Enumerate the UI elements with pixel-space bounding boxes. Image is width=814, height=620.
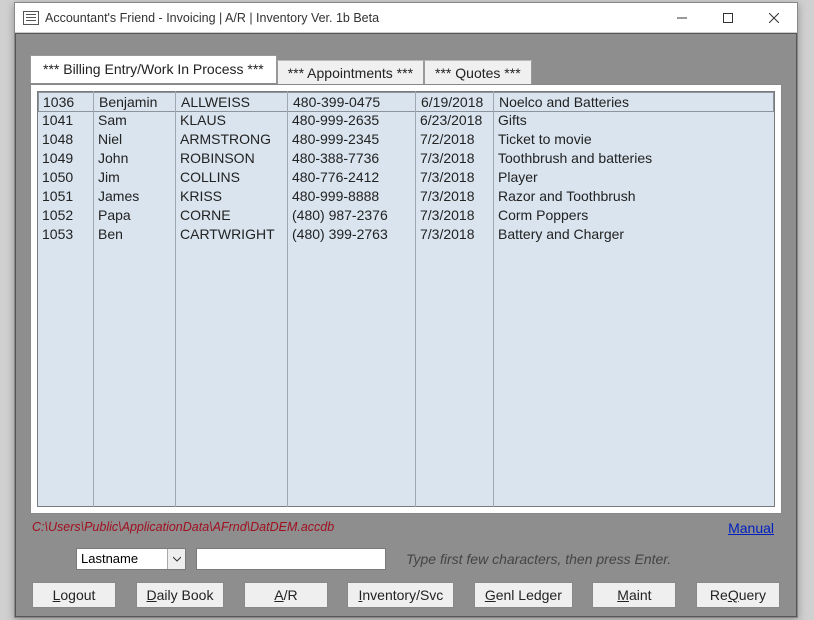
chevron-down-icon[interactable]	[167, 549, 185, 569]
cell-last: ROBINSON	[176, 149, 288, 168]
db-path: C:\Users\Public\ApplicationData\AFrnd\Da…	[32, 520, 334, 534]
inventory-button[interactable]: Inventory/Svc	[347, 582, 454, 608]
cell-phone: (480) 399-2763	[288, 225, 416, 244]
table-row[interactable]: 1041SamKLAUS480-999-26356/23/2018Gifts	[38, 111, 774, 130]
cell-date: 7/3/2018	[416, 149, 494, 168]
maint-button[interactable]: Maint	[592, 582, 676, 608]
cell-phone: 480-999-8888	[288, 187, 416, 206]
cell-id: 1052	[38, 206, 94, 225]
cell-last: KLAUS	[176, 111, 288, 130]
window-title: Accountant's Friend - Invoicing | A/R | …	[45, 10, 659, 25]
cell-last: CORNE	[176, 206, 288, 225]
cell-last: CARTWRIGHT	[176, 225, 288, 244]
grid-panel: 1036BenjaminALLWEISS480-399-04756/19/201…	[30, 84, 782, 514]
form-icon	[23, 11, 39, 25]
tabbar: *** Billing Entry/Work In Process *** **…	[30, 54, 532, 82]
cell-date: 6/23/2018	[416, 111, 494, 130]
data-grid[interactable]: 1036BenjaminALLWEISS480-399-04756/19/201…	[37, 91, 775, 507]
cell-first: Niel	[94, 130, 176, 149]
genl-ledger-button[interactable]: Genl Ledger	[474, 582, 573, 608]
tab-appointments[interactable]: *** Appointments ***	[277, 60, 424, 85]
cell-date: 7/3/2018	[416, 225, 494, 244]
minimize-button[interactable]	[659, 3, 705, 33]
cell-first: Papa	[94, 206, 176, 225]
close-button[interactable]	[751, 3, 797, 33]
cell-last: COLLINS	[176, 168, 288, 187]
cell-date: 7/2/2018	[416, 130, 494, 149]
cell-last: ARMSTRONG	[176, 130, 288, 149]
cell-id: 1049	[38, 149, 94, 168]
daily-book-button[interactable]: Daily Book	[136, 582, 225, 608]
cell-first: Ben	[94, 225, 176, 244]
cell-desc: Ticket to movie	[494, 130, 774, 149]
cell-desc: Corm Poppers	[494, 206, 774, 225]
table-row[interactable]: 1053BenCARTWRIGHT(480) 399-27637/3/2018B…	[38, 225, 774, 244]
search-hint: Type first few characters, then press En…	[406, 551, 671, 567]
cell-first: James	[94, 187, 176, 206]
search-input[interactable]	[196, 548, 386, 570]
cell-desc: Battery and Charger	[494, 225, 774, 244]
combo-value: Lastname	[77, 549, 167, 569]
cell-id: 1048	[38, 130, 94, 149]
tab-quotes[interactable]: *** Quotes ***	[424, 60, 532, 85]
table-row[interactable]: 1036BenjaminALLWEISS480-399-04756/19/201…	[38, 92, 774, 112]
cell-phone: 480-399-0475	[289, 93, 417, 111]
cell-phone: 480-999-2345	[288, 130, 416, 149]
cell-phone: 480-388-7736	[288, 149, 416, 168]
cell-phone: 480-776-2412	[288, 168, 416, 187]
table-row[interactable]: 1048NielARMSTRONG480-999-23457/2/2018Tic…	[38, 130, 774, 149]
table-row[interactable]: 1051JamesKRISS480-999-88887/3/2018Razor …	[38, 187, 774, 206]
manual-link[interactable]: Manual	[728, 520, 774, 536]
app-window: Accountant's Friend - Invoicing | A/R | …	[14, 2, 798, 618]
cell-first: Sam	[94, 111, 176, 130]
cell-last: ALLWEISS	[177, 93, 289, 111]
cell-date: 7/3/2018	[416, 206, 494, 225]
cell-date: 7/3/2018	[416, 168, 494, 187]
logout-button[interactable]: Logout	[32, 582, 116, 608]
cell-id: 1050	[38, 168, 94, 187]
titlebar: Accountant's Friend - Invoicing | A/R | …	[15, 3, 797, 33]
cell-phone: 480-999-2635	[288, 111, 416, 130]
requery-button[interactable]: ReQuery	[696, 582, 780, 608]
cell-first: Benjamin	[95, 93, 177, 111]
cell-desc: Razor and Toothbrush	[494, 187, 774, 206]
maximize-button[interactable]	[705, 3, 751, 33]
cell-desc: Toothbrush and batteries	[494, 149, 774, 168]
tab-billing[interactable]: *** Billing Entry/Work In Process ***	[30, 55, 277, 83]
cell-first: Jim	[94, 168, 176, 187]
cell-phone: (480) 987-2376	[288, 206, 416, 225]
table-row[interactable]: 1050JimCOLLINS480-776-24127/3/2018Player	[38, 168, 774, 187]
ar-button[interactable]: A/R	[244, 582, 328, 608]
table-row[interactable]: 1052PapaCORNE(480) 987-23767/3/2018Corm …	[38, 206, 774, 225]
cell-desc: Gifts	[494, 111, 774, 130]
cell-id: 1041	[38, 111, 94, 130]
client-area: *** Billing Entry/Work In Process *** **…	[15, 33, 797, 617]
cell-desc: Noelco and Batteries	[495, 93, 773, 111]
cell-id: 1036	[39, 93, 95, 111]
search-field-combo[interactable]: Lastname	[76, 548, 186, 570]
table-row[interactable]: 1049JohnROBINSON480-388-77367/3/2018Toot…	[38, 149, 774, 168]
button-row: Logout Daily Book A/R Inventory/Svc Genl…	[32, 582, 780, 608]
cell-id: 1053	[38, 225, 94, 244]
cell-id: 1051	[38, 187, 94, 206]
cell-date: 6/19/2018	[417, 93, 495, 111]
cell-date: 7/3/2018	[416, 187, 494, 206]
cell-desc: Player	[494, 168, 774, 187]
cell-first: John	[94, 149, 176, 168]
search-row: Lastname Type first few characters, then…	[76, 548, 671, 570]
cell-last: KRISS	[176, 187, 288, 206]
